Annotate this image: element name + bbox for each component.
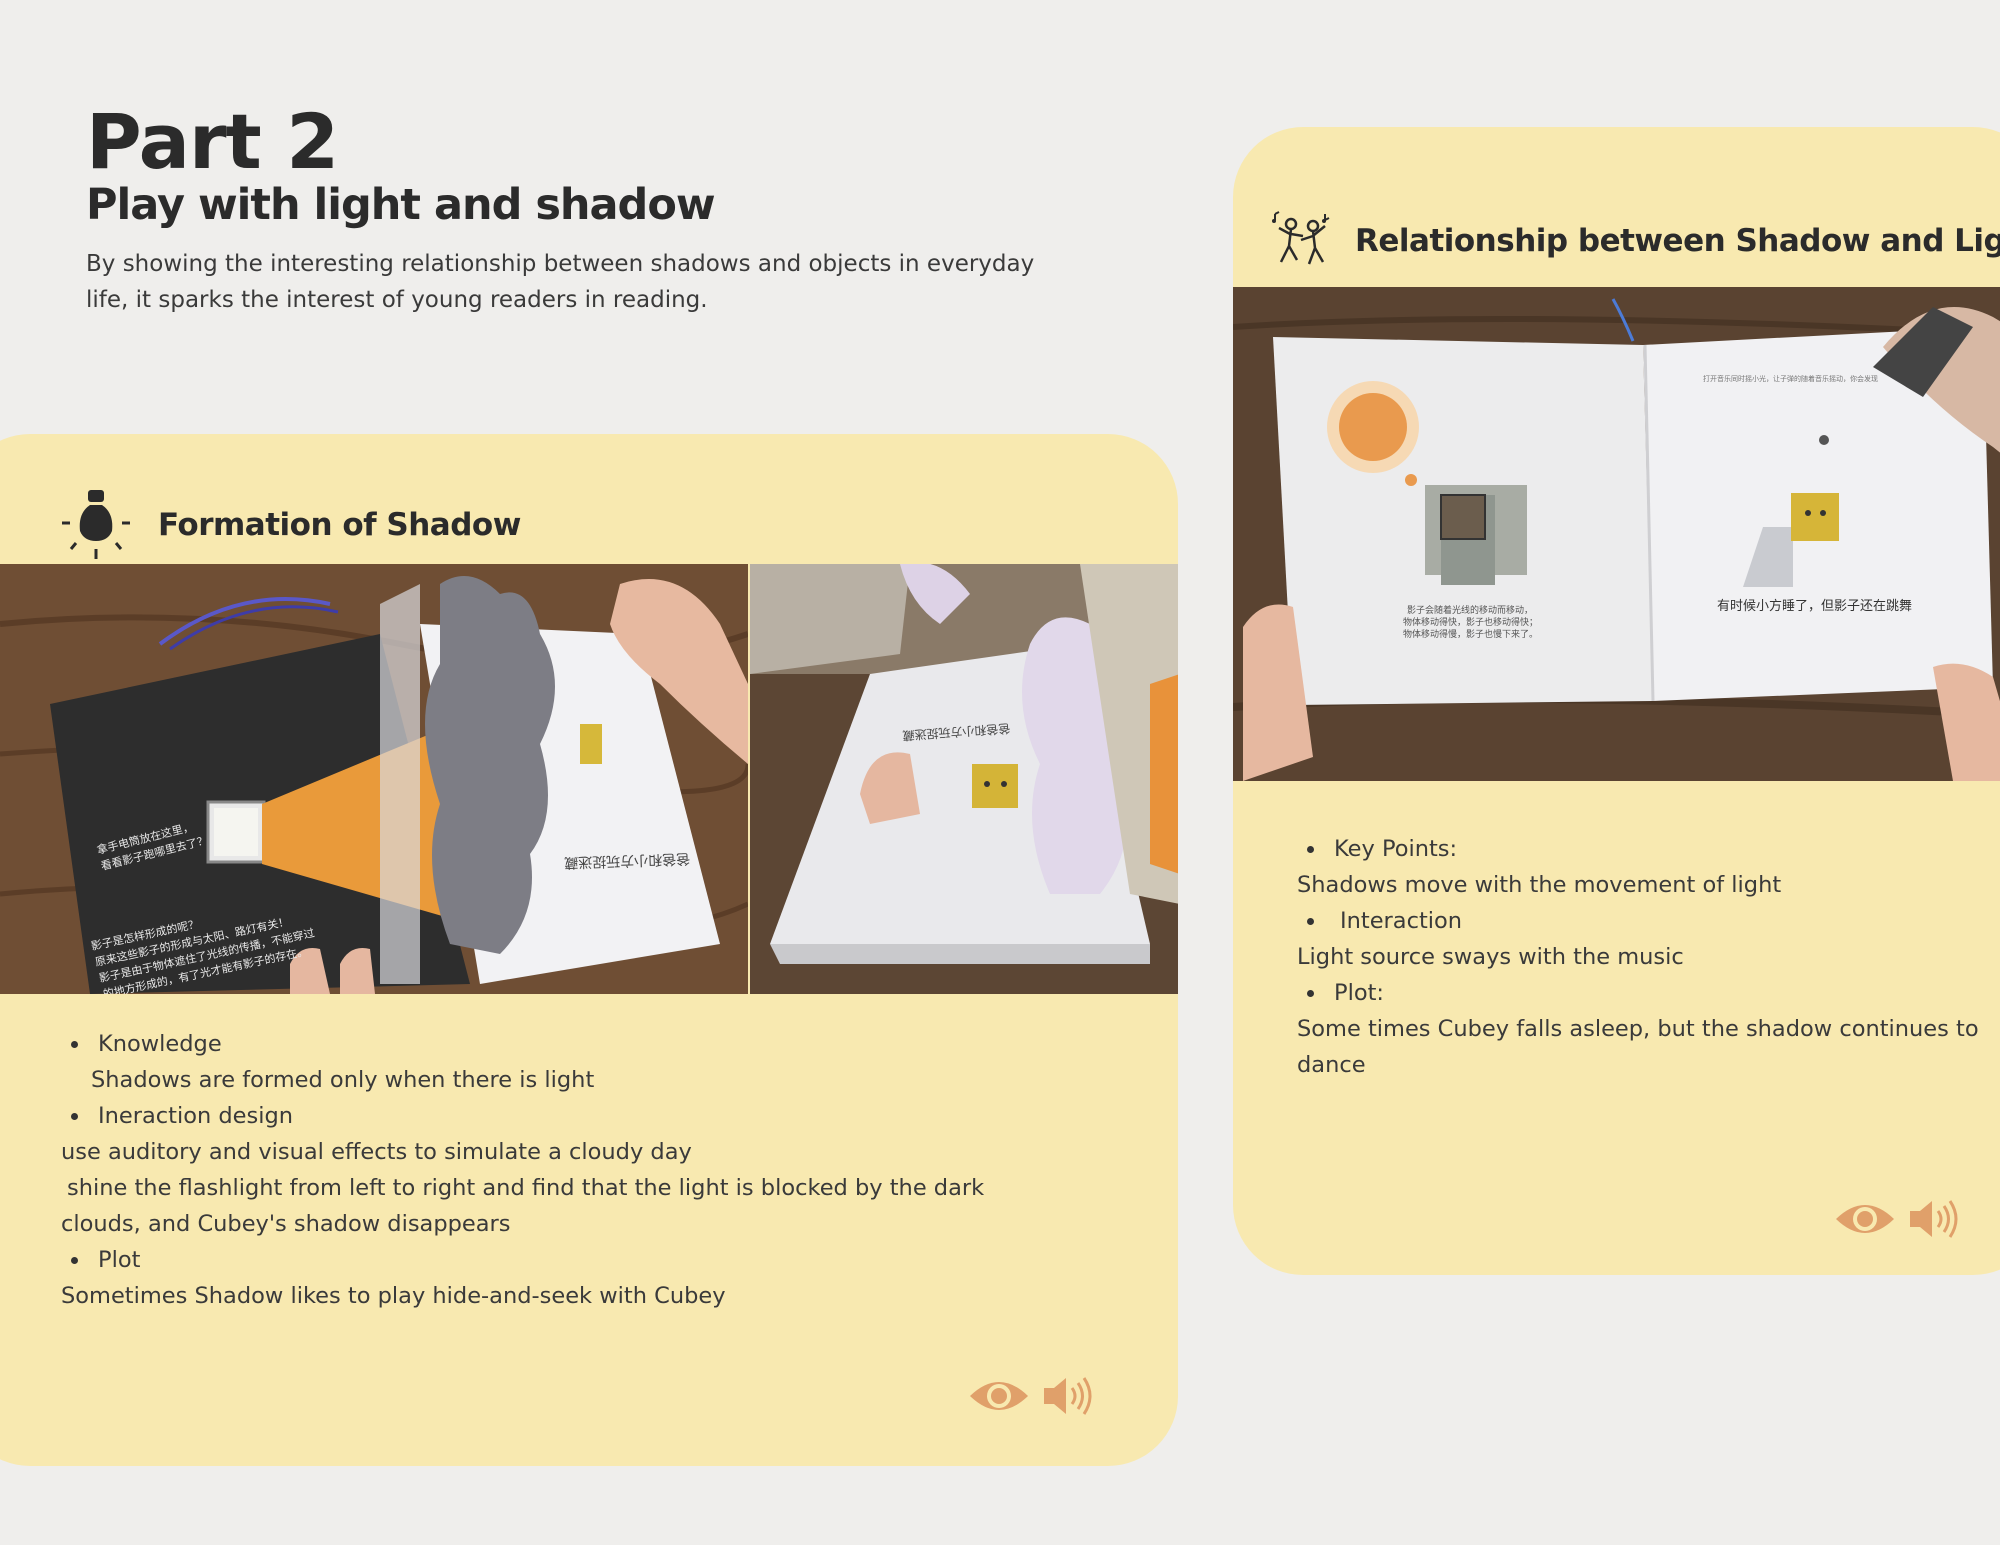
dancing-people-icon [1271, 210, 1333, 272]
key-points-label: Key Points: [1334, 836, 1458, 862]
plot-label: Plot [98, 1247, 141, 1273]
interaction-text-2: shine the flashlight from left to right … [67, 1175, 985, 1201]
list-item: Key Points: [1297, 831, 1979, 867]
list-item: Interaction [1297, 903, 1979, 939]
shadow-and-light-card: Relationship between Shadow and Light 影子… [1233, 127, 2000, 1275]
interaction-label: Ineraction design [98, 1103, 294, 1129]
photo-left-caption-2: 物体移动得快，影子也移动得快； [1403, 616, 1538, 628]
book-photo-cloud: 爸爸和小方玩捉迷藏 [750, 564, 1178, 994]
plot-text-1: Some times Cubey falls asleep, but the s… [1297, 1016, 1979, 1042]
photo-right-caption: 有时候小方睡了，但影子还在跳舞 [1717, 598, 1912, 614]
plot-label: Plot: [1334, 980, 1384, 1006]
intro-line-1: By showing the interesting relationship … [86, 251, 1035, 277]
plot-text-2: dance [1297, 1052, 1366, 1078]
card-heading: Relationship between Shadow and Light [1355, 223, 2000, 259]
page-subtitle: Play with light and shadow [86, 180, 716, 230]
eye-icon[interactable] [968, 1376, 1030, 1420]
knowledge-label: Knowledge [98, 1031, 222, 1057]
eye-icon[interactable] [1834, 1199, 1896, 1243]
photo-left-caption-1: 影子会随着光线的移动而移动， [1407, 604, 1533, 616]
intro-line-2: life, it sparks the interest of young re… [86, 287, 708, 313]
interaction-text-1: use auditory and visual effects to simul… [61, 1139, 692, 1165]
media-icons [968, 1374, 1094, 1422]
plot-text: Sometimes Shadow likes to play hide-and-… [61, 1283, 726, 1309]
page-title: Part 2 [86, 97, 339, 186]
list-item: Plot [61, 1242, 984, 1278]
interaction-text-3: clouds, and Cubey's shadow disappears [61, 1211, 511, 1237]
list-item: Plot: [1297, 975, 1979, 1011]
list-item: Knowledge [61, 1026, 984, 1062]
photo-left-caption-3: 物体移动得慢，影子也慢下来了。 [1403, 628, 1538, 640]
intro-text: By showing the interesting relationship … [86, 246, 1066, 318]
list-item: Ineraction design [61, 1098, 984, 1134]
photo-right-top: 打开音乐同时摇小光，让子弹的随着音乐摇动，你会发现 [1703, 374, 1878, 383]
relationship-description: Key Points: Shadows move with the moveme… [1297, 831, 1979, 1083]
speaker-icon[interactable] [1908, 1197, 1960, 1245]
knowledge-text: Shadows are formed only when there is li… [91, 1067, 595, 1093]
media-icons [1834, 1197, 1960, 1245]
card-header: Relationship between Shadow and Light [1271, 191, 2000, 291]
formation-description: Knowledge Shadows are formed only when t… [61, 1026, 984, 1314]
speaker-icon[interactable] [1042, 1374, 1094, 1422]
interaction-text: Light source sways with the music [1297, 944, 1684, 970]
book-photo-sun: 影子会随着光线的移动而移动， 物体移动得快，影子也移动得快； 物体移动得慢，影子… [1233, 287, 2000, 781]
card-heading: Formation of Shadow [158, 507, 521, 543]
key-points-text: Shadows move with the movement of light [1297, 872, 1782, 898]
formation-of-shadow-card: Formation of Shadow 拿手电筒放在这里， 看看影子跑哪里去了？… [0, 434, 1178, 1466]
interaction-label: Interaction [1340, 908, 1463, 934]
book-photo-flashlight: 拿手电筒放在这里， 看看影子跑哪里去了？ 影子是怎样形成的呢？ 原来这些影子的形… [0, 564, 748, 994]
lightbulb-icon [60, 485, 132, 565]
